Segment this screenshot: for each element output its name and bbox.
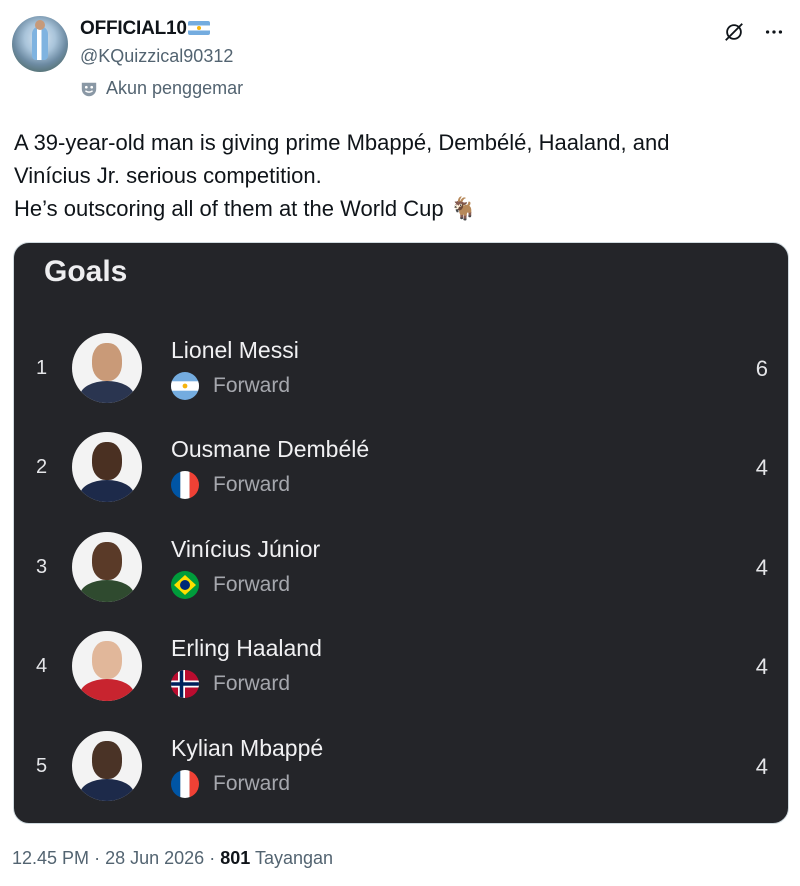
- player-face: [92, 542, 122, 580]
- player-face: [92, 741, 122, 779]
- player-rank: 1: [36, 357, 48, 379]
- player-position: Forward: [213, 672, 291, 695]
- player-goals: 4: [755, 455, 768, 480]
- player-name: Lionel Messi: [171, 337, 299, 363]
- player-shirt: [80, 679, 134, 701]
- player-name: Vinícius Júnior: [171, 536, 321, 562]
- goals-leaderboard-image[interactable]: Goals 1 Lionel Messi Forward 6 2 Ousmane…: [13, 242, 789, 824]
- player-shirt: [80, 381, 134, 403]
- display-name-text: OFFICIAL10: [80, 18, 187, 39]
- argentina-flag-icon: [171, 372, 199, 400]
- fan-badge-label: Akun penggemar: [106, 78, 244, 98]
- player-position: Forward: [213, 772, 291, 795]
- player-photo: [72, 333, 142, 403]
- author-display-name[interactable]: OFFICIAL10: [80, 18, 210, 40]
- france-flag-icon: [171, 471, 199, 499]
- player-position: Forward: [213, 473, 291, 496]
- player-photo: [72, 731, 142, 801]
- grok-icon[interactable]: [722, 20, 746, 44]
- player-row: 5 Kylian Mbappé Forward 4: [14, 721, 788, 811]
- player-rank: 5: [36, 755, 48, 777]
- header-actions: [722, 20, 786, 44]
- player-row: 2 Ousmane Dembélé Forward 4: [14, 422, 788, 512]
- argentina-flag-icon: [187, 21, 210, 35]
- tweet-time[interactable]: 12.45 PM: [12, 848, 89, 868]
- author-avatar[interactable]: [12, 16, 68, 72]
- player-shirt: [80, 580, 134, 602]
- player-goals: 4: [755, 555, 768, 580]
- avatar-figure: [32, 26, 48, 60]
- fan-account-badge: Akun penggemar: [80, 78, 243, 99]
- player-row: 3 Vinícius Júnior Forward 4: [14, 522, 788, 612]
- brazil-flag-icon: [171, 571, 199, 599]
- tweet-meta: 12.45 PM · 28 Jun 2026 · 801 Tayangan: [12, 848, 333, 869]
- player-position: Forward: [213, 573, 291, 596]
- player-face: [92, 442, 122, 480]
- meta-separator: ·: [94, 848, 101, 868]
- tweet-text: A 39-year-old man is giving prime Mbappé…: [14, 126, 774, 225]
- author-handle[interactable]: @KQuizzical90312: [80, 46, 233, 67]
- avatar-head: [35, 20, 45, 30]
- player-shirt: [80, 480, 134, 502]
- player-name: Erling Haaland: [171, 635, 322, 661]
- player-photo: [72, 532, 142, 602]
- player-shirt: [80, 779, 134, 801]
- player-rank: 3: [36, 556, 48, 578]
- views-count: 801: [220, 848, 251, 868]
- player-rank: 4: [36, 655, 48, 677]
- tweet-line: Vinícius Jr. serious competition.: [14, 163, 322, 188]
- more-options-icon[interactable]: [762, 20, 786, 44]
- card-title: Goals: [44, 255, 128, 288]
- player-face: [92, 343, 122, 381]
- norway-flag-icon: [171, 670, 199, 698]
- tweet-date[interactable]: 28 Jun 2026: [105, 848, 204, 868]
- player-row: 4 Erling Haaland Forward 4: [14, 621, 788, 711]
- player-row: 1 Lionel Messi Forward 6: [14, 323, 788, 413]
- theater-mask-icon: [81, 82, 97, 96]
- views-label: Tayangan: [254, 848, 334, 868]
- player-photo: [72, 432, 142, 502]
- player-goals: 4: [755, 654, 768, 679]
- meta-separator: ·: [209, 848, 216, 868]
- player-goals: 6: [755, 356, 768, 381]
- player-name: Kylian Mbappé: [171, 735, 324, 761]
- player-goals: 4: [755, 754, 768, 779]
- player-face: [92, 641, 122, 679]
- player-rank: 2: [36, 456, 48, 478]
- player-name: Ousmane Dembélé: [171, 436, 370, 462]
- player-photo: [72, 631, 142, 701]
- tweet-line: He’s outscoring all of them at the World…: [14, 196, 478, 221]
- france-flag-icon: [171, 770, 199, 798]
- tweet-line: A 39-year-old man is giving prime Mbappé…: [14, 130, 670, 155]
- player-position: Forward: [213, 374, 291, 397]
